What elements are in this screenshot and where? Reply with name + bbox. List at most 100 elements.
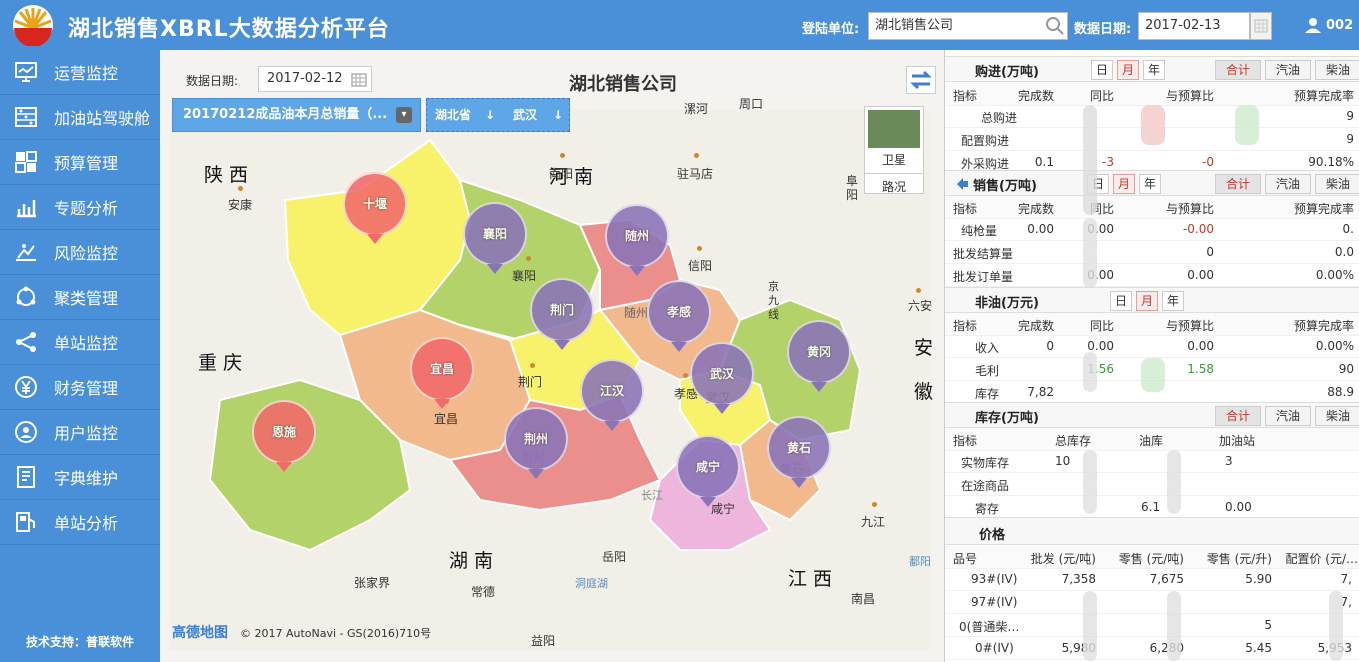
period-year-tab[interactable]: 年	[1162, 291, 1184, 311]
sidebar-item-risk-monitor[interactable]: 风险监控	[0, 230, 160, 275]
sidebar-item-station-cockpit[interactable]: 加油站驾驶舱	[0, 95, 160, 140]
cell-yoy: -3	[1102, 155, 1114, 169]
city-dot	[697, 246, 702, 251]
chevron-down-icon: ▾	[396, 107, 412, 123]
row-label: 总购进	[981, 111, 1018, 125]
marker-label: 武汉	[690, 342, 754, 406]
place-label: 九江	[861, 515, 886, 529]
user-name[interactable]: 002	[1326, 18, 1353, 33]
fuel-total-tab[interactable]: 合计	[1215, 406, 1261, 426]
table-header-row: 指标 完成数 同比 与预算比 预算完成率	[945, 313, 1359, 336]
fuel-gasoline-tab[interactable]: 汽油	[1265, 60, 1311, 80]
map-date-value: 2017-02-12	[267, 71, 343, 86]
row-label: 97#(IV)	[971, 595, 1018, 609]
blur-mask	[1083, 105, 1097, 215]
sidebar-item-finance[interactable]: 财务管理	[0, 365, 160, 410]
period-month-tab[interactable]: 月	[1117, 60, 1139, 80]
sidebar-item-station-analysis[interactable]: 单站分析	[0, 500, 160, 545]
city-dot	[238, 186, 243, 191]
unit-field[interactable]: 湖北销售公司	[868, 12, 1068, 40]
row-label: 0#(IV)	[975, 641, 1014, 655]
province-label: 重庆	[198, 352, 249, 374]
calendar-icon[interactable]	[351, 71, 367, 87]
sidebar-item-ops-monitor[interactable]: 运营监控	[0, 50, 160, 95]
marker-tip	[434, 399, 450, 409]
calculator-icon	[15, 151, 37, 173]
period-day-tab[interactable]: 日	[1091, 60, 1113, 80]
chevron-down-icon[interactable]: ↓	[485, 99, 495, 131]
gaode-logo: 高德地图	[172, 625, 228, 641]
fuel-diesel-tab[interactable]: 柴油	[1315, 174, 1359, 194]
period-day-tab[interactable]: 日	[1110, 291, 1132, 311]
map-view[interactable]: 陕西 河南 重庆 安徽 湖南 江西 漯河 周口 南阳 驻马店 安康 襄阳 信阳 …	[160, 50, 944, 662]
table-row: 纯枪量 0.00 0.00 -0.00 0.	[945, 218, 1359, 241]
cell-yoy: 0.00	[1087, 339, 1114, 353]
city-dot	[560, 153, 565, 158]
user-icon[interactable]	[1304, 16, 1322, 34]
blur-mask	[1141, 105, 1165, 145]
period-year-tab[interactable]: 年	[1139, 174, 1161, 194]
inventory-title: 库存(万吨)	[975, 411, 1039, 426]
period-year-tab[interactable]: 年	[1143, 60, 1165, 80]
place-label: 随州	[624, 306, 649, 320]
place-label: 周口	[739, 97, 764, 111]
cell-retail-ton: 7,675	[1149, 572, 1184, 586]
place-label: 阜阳	[846, 174, 859, 202]
map-date-field[interactable]: 2017-02-12	[258, 66, 372, 92]
nonfuel-title: 非油(万元)	[975, 296, 1039, 311]
marker-label: 咸宁	[676, 435, 740, 499]
marker-tip	[554, 340, 570, 350]
date-field[interactable]: 2017-02-13	[1138, 12, 1250, 40]
back-arrow-icon[interactable]	[955, 177, 969, 191]
cell-retail-liter: 5	[1264, 618, 1272, 632]
place-label: 漯河	[684, 102, 709, 116]
table-row: 批发订单量 0.00 0.00 0.00%	[945, 264, 1359, 287]
table-row: 实物库存 10 3	[945, 450, 1359, 473]
cell-done: 0	[1046, 339, 1054, 353]
province-select[interactable]: 湖北省	[435, 99, 471, 131]
city-dot	[694, 153, 699, 158]
marker-label: 黄冈	[787, 320, 851, 384]
swap-view-button[interactable]	[906, 66, 936, 94]
province-label: 安徽	[914, 337, 940, 403]
cell-total: 10	[1055, 454, 1071, 468]
sidebar-item-topic-analysis[interactable]: 专题分析	[0, 185, 160, 230]
marker-tip	[487, 264, 503, 274]
chevron-down-icon[interactable]: ↓	[553, 99, 563, 131]
metric-select[interactable]: 20170212成品油本月总销量（... ▾	[172, 98, 421, 132]
cell-rate: 90.18%	[1308, 155, 1354, 169]
swap-arrows-icon	[910, 70, 932, 90]
cluster-icon	[16, 286, 36, 306]
row-label: 寄存	[975, 502, 1000, 516]
fuel-diesel-tab[interactable]: 柴油	[1315, 60, 1359, 80]
cell-done: 7,82	[1027, 385, 1054, 399]
period-month-tab[interactable]: 月	[1113, 174, 1135, 194]
fuel-gasoline-tab[interactable]: 汽油	[1265, 174, 1311, 194]
sidebar-item-label: 预算管理	[54, 154, 119, 173]
column-header: 批发 (元/吨)	[1030, 552, 1096, 566]
traffic-toggle[interactable]: 路况	[865, 173, 923, 195]
city-select[interactable]: 武汉	[513, 99, 537, 131]
sidebar-item-cluster[interactable]: 聚类管理	[0, 275, 160, 320]
sidebar-item-station-monitor[interactable]: 单站监控	[0, 320, 160, 365]
satellite-toggle[interactable]: 卫星	[865, 151, 923, 168]
period-month-tab[interactable]: 月	[1136, 291, 1158, 311]
marker-tip	[367, 234, 383, 244]
fuel-total-tab[interactable]: 合计	[1215, 60, 1261, 80]
row-label: 库存	[975, 387, 1000, 401]
sidebar-item-label: 聚类管理	[54, 289, 119, 308]
fuel-gasoline-tab[interactable]: 汽油	[1265, 406, 1311, 426]
row-label: 毛利	[975, 364, 1000, 378]
place-label: 常德	[471, 585, 496, 599]
sidebar-item-budget[interactable]: 预算管理	[0, 140, 160, 185]
sidebar-item-user-monitor[interactable]: 用户监控	[0, 410, 160, 455]
fuel-diesel-tab[interactable]: 柴油	[1315, 406, 1359, 426]
calendar-icon[interactable]	[1250, 12, 1272, 40]
fuel-total-tab[interactable]: 合计	[1215, 174, 1261, 194]
region-selector[interactable]: 湖北省 ↓ 武汉 ↓	[426, 98, 570, 132]
satellite-thumbnail[interactable]	[868, 110, 920, 148]
search-icon[interactable]	[1044, 14, 1066, 38]
column-header: 同比	[1089, 89, 1114, 103]
sidebar-item-dictionary[interactable]: 字典维护	[0, 455, 160, 500]
marker-label: 荆州	[504, 407, 568, 471]
